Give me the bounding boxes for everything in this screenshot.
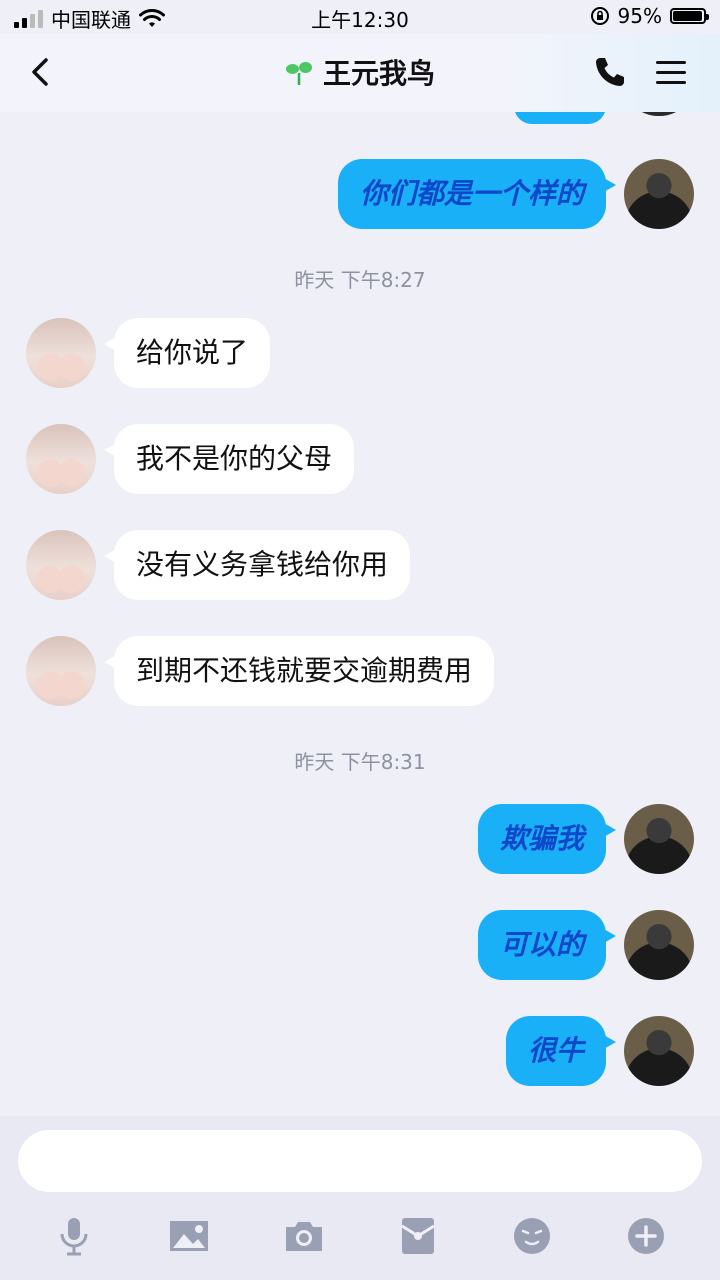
message-list[interactable]: 你们都是一个样的 昨天 下午8:27 给你说了 我不是你的父母 没有义务拿钱给你… (0, 112, 720, 1116)
message-bubble[interactable]: 你们都是一个样的 (337, 159, 617, 229)
emoji-button[interactable] (510, 1214, 554, 1258)
timestamp: 昨天 下午8:31 (294, 750, 426, 774)
self-avatar[interactable] (624, 1016, 694, 1086)
status-bar: 中国联通 上午12:30 95% (0, 0, 720, 34)
emoji-icon (514, 1218, 550, 1254)
image-icon (170, 1221, 208, 1251)
photo-button[interactable] (167, 1214, 211, 1258)
message-bubble[interactable]: 我不是你的父母 (103, 424, 355, 494)
timestamp: 昨天 下午8:27 (294, 268, 426, 292)
phone-icon (596, 58, 624, 86)
voice-button[interactable] (52, 1214, 96, 1258)
self-avatar[interactable] (624, 159, 694, 229)
message-row-in: 给你说了 (26, 318, 271, 388)
more-button[interactable] (624, 1214, 668, 1258)
message-bubble[interactable]: 可以的 (477, 910, 617, 980)
message-row-in: 没有义务拿钱给你用 (26, 530, 411, 600)
contact-name: 王元我鸟 (322, 57, 435, 90)
contact-avatar[interactable] (26, 636, 96, 706)
self-avatar[interactable] (624, 910, 694, 980)
message-row-out: 可以的 (477, 910, 694, 980)
red-packet-icon (401, 1218, 435, 1254)
message-row-in: 我不是你的父母 (26, 424, 355, 494)
camera-button[interactable] (282, 1214, 326, 1258)
battery-percent: 95% (617, 4, 662, 28)
hamburger-icon (656, 61, 690, 84)
red-packet-button[interactable] (396, 1214, 440, 1258)
composer-toolbar (0, 1214, 720, 1262)
message-input[interactable] (18, 1130, 702, 1192)
message-row-out: 欺骗我 (477, 804, 694, 874)
plus-icon (628, 1218, 664, 1254)
partial-message-bubble[interactable] (514, 112, 606, 124)
contact-avatar[interactable] (26, 530, 96, 600)
orientation-lock-icon (590, 7, 609, 25)
microphone-icon (60, 1218, 88, 1256)
message-bubble[interactable]: 欺骗我 (477, 804, 617, 874)
chat-header: 王元我鸟 (0, 34, 720, 112)
message-bubble[interactable]: 很牛 (505, 1016, 617, 1086)
contact-avatar[interactable] (26, 424, 96, 494)
message-bubble[interactable]: 给你说了 (103, 318, 271, 388)
composer (0, 1116, 720, 1280)
self-avatar[interactable] (624, 804, 694, 874)
contact-avatar[interactable] (26, 318, 96, 388)
message-row-out: 很牛 (505, 1016, 694, 1086)
message-row-out: 你们都是一个样的 (337, 159, 694, 229)
battery-icon (670, 8, 709, 24)
self-avatar-partial[interactable] (624, 112, 694, 116)
message-bubble[interactable]: 没有义务拿钱给你用 (103, 530, 411, 600)
call-button[interactable] (592, 54, 628, 90)
sprout-icon (285, 62, 312, 85)
menu-button[interactable] (656, 56, 690, 88)
camera-icon (286, 1222, 322, 1251)
message-row-in: 到期不还钱就要交逾期费用 (26, 636, 495, 706)
message-bubble[interactable]: 到期不还钱就要交逾期费用 (103, 636, 495, 706)
